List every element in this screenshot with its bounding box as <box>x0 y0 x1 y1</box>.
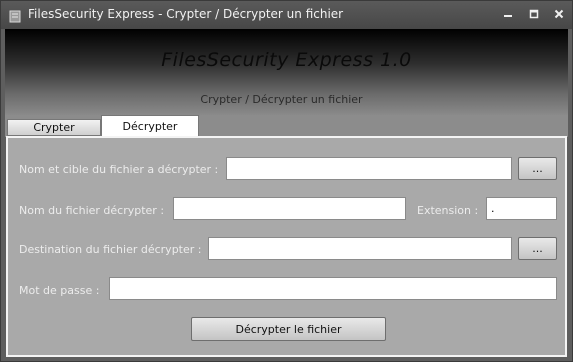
extension-label: Extension : <box>417 204 479 217</box>
title-bar[interactable]: FilesSecurity Express - Crypter / Décryp… <box>1 1 572 29</box>
source-file-input[interactable] <box>226 157 512 180</box>
app-window: FilesSecurity Express - Crypter / Décryp… <box>0 0 573 362</box>
window-title: FilesSecurity Express - Crypter / Décryp… <box>28 7 344 21</box>
app-icon <box>8 8 22 23</box>
source-browse-button[interactable]: ... <box>518 157 557 180</box>
destination-label: Destination du fichier décrypter : <box>19 243 202 256</box>
decrypt-panel: Nom et cible du fichier a décrypter : ..… <box>6 136 567 357</box>
maximize-icon[interactable] <box>524 5 544 23</box>
extension-input[interactable] <box>486 197 557 220</box>
file-name-label: Nom du fichier décrypter : <box>19 204 165 217</box>
destination-browse-button[interactable]: ... <box>518 237 557 260</box>
close-icon[interactable] <box>549 5 569 23</box>
minimize-icon[interactable] <box>498 5 518 23</box>
app-title: FilesSecurity Express 1.0 <box>161 49 412 71</box>
destination-input[interactable] <box>208 237 512 260</box>
password-label: Mot de passe : <box>19 284 100 297</box>
tab-crypter[interactable]: Crypter <box>7 119 101 136</box>
page-subtitle: Crypter / Décrypter un fichier <box>200 93 363 106</box>
header-banner: FilesSecurity Express 1.0 Crypter / Décr… <box>5 29 568 115</box>
source-file-label: Nom et cible du fichier a décrypter : <box>19 163 219 176</box>
password-input[interactable] <box>109 277 557 300</box>
file-name-input[interactable] <box>173 197 406 220</box>
tab-decrypter[interactable]: Décrypter <box>101 115 199 137</box>
decrypt-button[interactable]: Décrypter le fichier <box>191 317 386 341</box>
tab-strip: Crypter Décrypter <box>5 115 568 137</box>
